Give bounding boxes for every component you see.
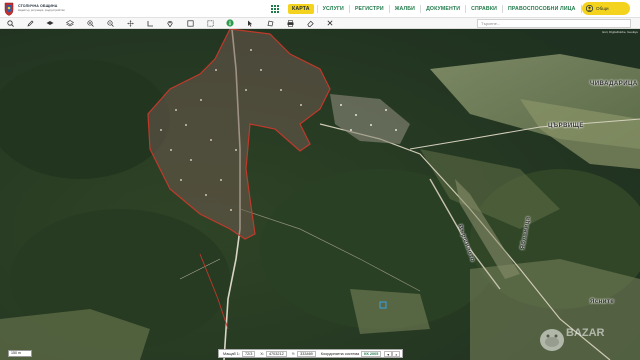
y-coordinate: 333469 — [297, 350, 316, 357]
fullscreen-icon[interactable] — [200, 18, 220, 29]
info-icon[interactable] — [220, 18, 240, 29]
map-attribution: Esri, DigitalGlobe, GeoEye — [602, 30, 638, 34]
satellite-imagery — [0, 29, 640, 360]
close-icon[interactable] — [320, 18, 340, 29]
zoom-value-field[interactable]: 72/3 — [241, 350, 256, 357]
status-bar: Мащаб 1: 72/3 X: 4703212 Y: 333469 Коорд… — [218, 349, 404, 358]
search-icon[interactable]: ⌕ — [392, 350, 401, 357]
pan-icon[interactable] — [120, 18, 140, 29]
chevron-down-icon[interactable]: ▾ — [384, 350, 393, 357]
zoom-out-icon[interactable] — [100, 18, 120, 29]
measure-angle-icon[interactable] — [140, 18, 160, 29]
map-label-tsarvishte: ЦЪРВИЩЕ — [548, 123, 584, 129]
main-nav: КАРТА УСЛУГИ РЕГИСТРИ ЖАЛБИ ДОКУМЕНТИ СП… — [270, 0, 605, 18]
map-label-chivadaritsa: ЧИВАДАРИЦА — [590, 81, 638, 87]
pencil-icon[interactable] — [20, 18, 40, 29]
nav-separator — [502, 5, 504, 13]
nav-item-services[interactable]: УСЛУГИ — [319, 0, 348, 18]
location-pin-icon[interactable] — [160, 18, 180, 29]
coord-system-select[interactable]: КК 2005 — [361, 350, 382, 357]
nav-item-licensed-persons[interactable]: ПРАВОСПОСОБНИ ЛИЦА — [504, 0, 580, 18]
app-header: СТОЛИЧНА ОБЩИНА Кадастър, регулация, гра… — [0, 0, 640, 18]
select-rectangle-icon[interactable] — [180, 18, 200, 29]
watermark-logo: BAZAR — [540, 327, 605, 351]
x-coordinate: 4703212 — [265, 350, 287, 357]
y-coord-label: Y: — [291, 351, 296, 356]
nav-item-documents[interactable]: ДОКУМЕНТИ — [422, 0, 464, 18]
nav-separator — [316, 5, 318, 13]
nav-separator — [420, 5, 422, 13]
zoom-in-icon[interactable] — [80, 18, 100, 29]
search-icon[interactable] — [0, 18, 20, 29]
scale-bar: 150 m — [8, 350, 32, 357]
nav-separator — [348, 5, 350, 13]
grid-menu-icon[interactable] — [270, 4, 280, 14]
print-icon[interactable] — [280, 18, 300, 29]
logo-subtitle: Кадастър, регулация, градоустройство — [18, 8, 65, 12]
layers-icon[interactable] — [60, 18, 80, 29]
svg-text:BAZAR: BAZAR — [566, 327, 605, 339]
map-label-yasnite: Ясните — [590, 299, 615, 305]
basemap-icon[interactable] — [40, 18, 60, 29]
coat-of-arms-icon — [4, 2, 14, 16]
map-toolbar: Търсене... — [0, 18, 640, 29]
zoom-label: Мащаб 1: — [223, 351, 240, 356]
coord-system-label: Координатна система — [320, 351, 360, 356]
user-menu-label: Общи — [596, 6, 609, 11]
user-menu-button[interactable]: Общи — [582, 2, 630, 15]
x-coord-label: X: — [260, 351, 264, 356]
nav-separator — [388, 5, 390, 13]
eraser-icon[interactable] — [300, 18, 320, 29]
nav-item-reports[interactable]: СПРАВКИ — [467, 0, 501, 18]
logo[interactable]: СТОЛИЧНА ОБЩИНА Кадастър, регулация, гра… — [0, 0, 65, 18]
cursor-icon[interactable] — [240, 18, 260, 29]
nav-item-map[interactable]: КАРТА — [288, 4, 314, 14]
satellite-map[interactable]: ЧИВАДАРИЦА ЦЪРВИЩЕ Вършилото Ябланица Яс… — [0, 29, 640, 360]
nav-separator — [465, 5, 467, 13]
user-icon — [586, 5, 593, 12]
draw-polygon-icon[interactable] — [260, 18, 280, 29]
nav-item-complaints[interactable]: ЖАЛБИ — [391, 0, 419, 18]
map-search-input[interactable]: Търсене... — [477, 19, 631, 28]
nav-item-registers[interactable]: РЕГИСТРИ — [351, 0, 388, 18]
logo-title: СТОЛИЧНА ОБЩИНА — [18, 3, 58, 8]
